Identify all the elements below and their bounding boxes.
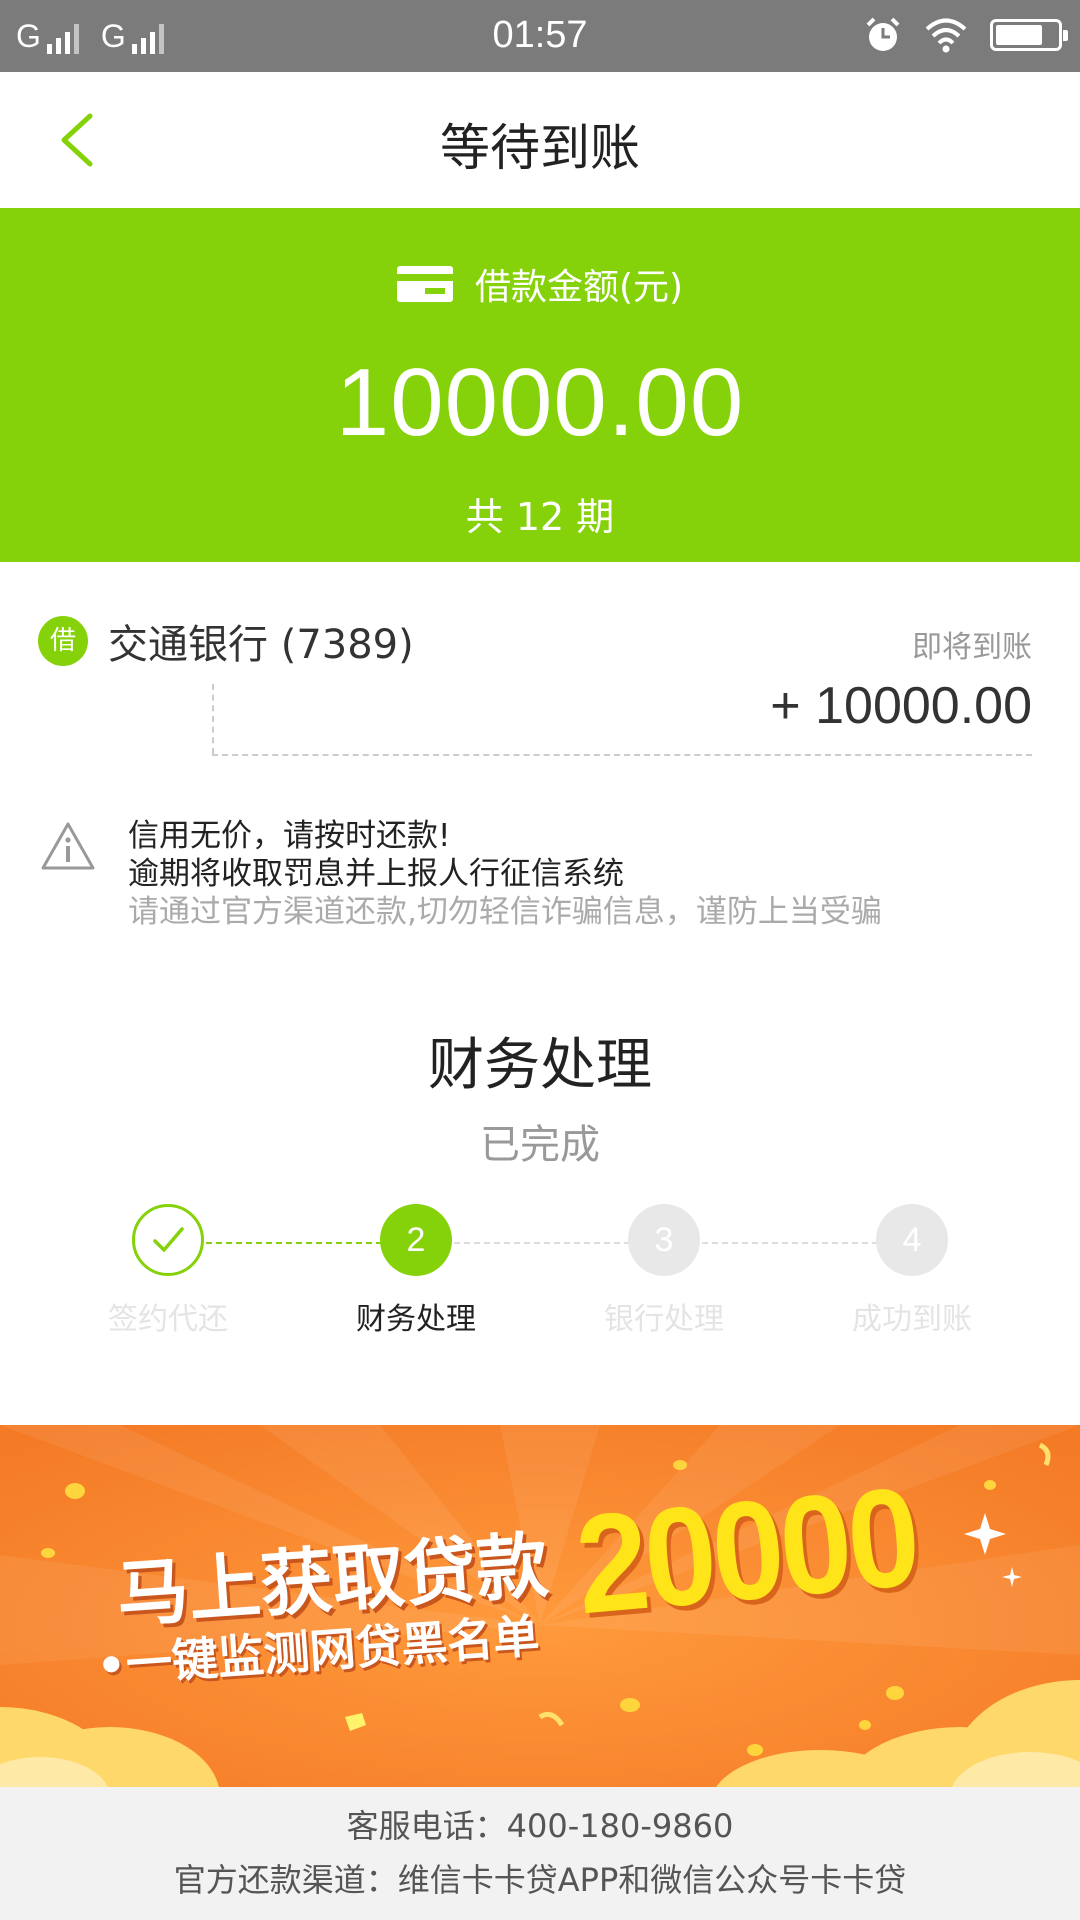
- arrival-status: 即将到账: [912, 630, 1032, 665]
- receiving-bank-row: 借 交通银行 (7389) 即将到账 + 10000.00: [0, 600, 1080, 770]
- warning-icon: [41, 822, 95, 870]
- card-icon: [396, 266, 453, 302]
- step-1-label: 签约代还: [108, 1302, 228, 1337]
- notice-line-3: 请通过官方渠道还款,切勿轻信诈骗信息，谨防上当受骗: [128, 894, 882, 930]
- step-3: 3 银行处理: [564, 1204, 764, 1338]
- loan-label-row: 借款金额(元): [0, 258, 1080, 310]
- credit-notice: 信用无价，请按时还款! 逾期将收取罚息并上报人行征信系统 请通过官方渠道还款,切…: [0, 810, 1080, 930]
- wifi-icon: [925, 18, 967, 53]
- step-3-circle: 3: [628, 1204, 700, 1276]
- loan-amount: 10000.00: [335, 349, 745, 456]
- step-3-label: 银行处理: [604, 1302, 724, 1337]
- repayment-channel-info: 官方还款渠道：维信卡卡贷APP和微信公众号卡卡贷: [173, 1861, 907, 1899]
- battery-icon: [990, 19, 1068, 51]
- step-1-circle: [132, 1204, 204, 1276]
- progress-steps: 签约代还 2 财务处理 3 银行处理 4 成功到账: [0, 1204, 1080, 1337]
- current-stage-status: 已完成: [480, 1122, 600, 1168]
- step-1: 签约代还: [68, 1204, 268, 1338]
- step-2-circle: 2: [380, 1204, 452, 1276]
- app-header: 等待到账: [0, 72, 1080, 208]
- step-4-label: 成功到账: [852, 1302, 972, 1337]
- bank-name: 交通银行 (7389): [108, 622, 414, 668]
- loan-summary-panel: 借款金额(元) 10000.00 共 12 期: [0, 208, 1080, 562]
- footer: 客服电话：400-180-9860 官方还款渠道：维信卡卡贷APP和微信公众号卡…: [0, 1787, 1080, 1920]
- banner-amount: 20000: [570, 1457, 923, 1644]
- arrival-amount: + 10000.00: [770, 677, 1032, 735]
- step-2-label: 财务处理: [356, 1302, 476, 1337]
- loan-periods: 共 12 期: [465, 495, 615, 539]
- status-bar: G G 01:57: [0, 0, 1080, 72]
- current-stage-title: 财务处理: [428, 1033, 652, 1098]
- step-2: 2 财务处理: [316, 1204, 516, 1338]
- loan-badge-icon: 借: [38, 616, 88, 666]
- loan-promo-banner[interactable]: 马上获取贷款 •一键监测网贷黑名单 20000: [0, 1425, 1080, 1787]
- dashed-divider-vertical: [212, 684, 214, 754]
- step-4: 4 成功到账: [812, 1204, 1012, 1338]
- dashed-divider-horizontal: [212, 754, 1032, 756]
- check-icon: [153, 1227, 184, 1252]
- loan-amount-label: 借款金额(元): [474, 267, 684, 308]
- alarm-icon: [866, 17, 900, 51]
- step-4-circle: 4: [876, 1204, 948, 1276]
- page-title: 等待到账: [440, 119, 640, 177]
- customer-service-phone[interactable]: 客服电话：400-180-9860: [0, 1801, 1080, 1847]
- status-icons: [864, 16, 1068, 54]
